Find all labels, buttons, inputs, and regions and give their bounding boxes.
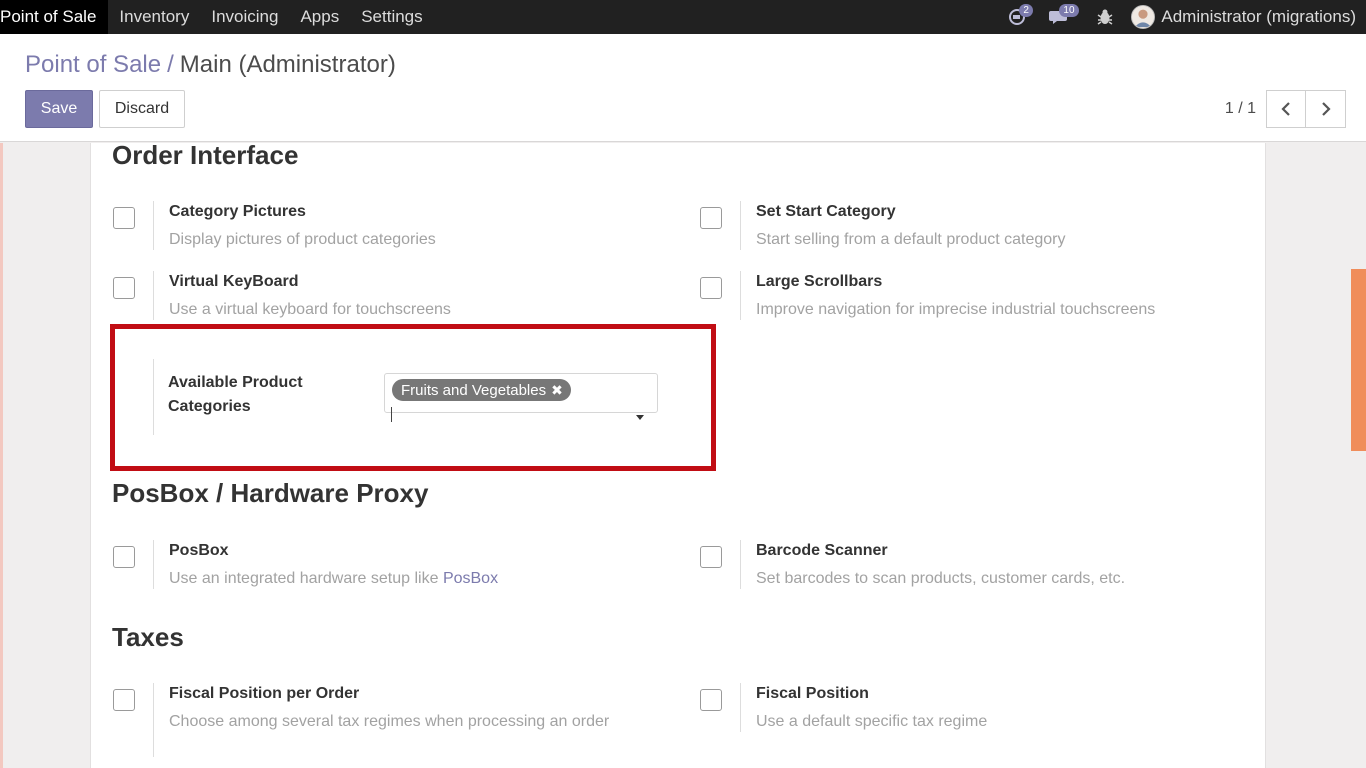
setting-title: PosBox [169,542,229,559]
large-scrollbars-checkbox[interactable] [700,277,722,299]
setting-description: Choose among several tax regimes when pr… [169,713,610,730]
caret-down-icon[interactable] [636,415,644,420]
conversation-badge: 2 [1019,4,1033,17]
setting-title: Large Scrollbars [756,273,883,290]
pager-next-button[interactable] [1306,90,1346,128]
setting-description: Display pictures of product categories [169,231,436,248]
chevron-right-icon [1321,102,1331,116]
chevron-left-icon [1281,102,1290,116]
setting-title: Category Pictures [169,203,306,220]
separator-line [153,683,154,757]
available-categories-label: Available Product Categories [168,374,303,415]
systray: 2 10 Administrator (migrations) [1009,0,1356,34]
setting-title: Virtual KeyBoard [169,273,299,290]
setting-title: Fiscal Position per Order [169,685,360,702]
save-button[interactable]: Save [25,90,93,128]
breadcrumb-parent[interactable]: Point of Sale [25,51,161,78]
menu-item-apps[interactable]: Apps [300,7,339,27]
set-start-category-checkbox[interactable] [700,207,722,229]
left-accent-strip [0,143,3,768]
category-tag-label: Fruits and Vegetables [401,381,547,399]
menu-item-settings[interactable]: Settings [361,7,422,27]
user-avatar [1131,5,1156,29]
scrollbar-thumb[interactable] [1351,269,1366,451]
category-tag: Fruits and Vegetables ✖ [392,379,571,401]
top-navbar: Point of Sale Inventory Invoicing Apps S… [0,0,1366,34]
pager: 1 / 1 [1225,90,1346,128]
setting-title: Fiscal Position [756,685,869,702]
chat-icon[interactable]: 10 [1049,4,1079,26]
separator-line [740,201,741,250]
setting-description: Set barcodes to scan products, customer … [756,570,1126,587]
setting-description: Start selling from a default product cat… [756,231,1066,248]
separator-line [153,359,154,435]
section-title-posbox: PosBox / Hardware Proxy [112,478,429,508]
breadcrumb-current: Main (Administrator) [179,51,396,78]
remove-tag-icon[interactable]: ✖ [551,382,563,399]
category-pictures-checkbox[interactable] [113,207,135,229]
breadcrumb: Point of Sale / Main (Administrator) [25,51,396,79]
section-title-taxes: Taxes [112,622,184,652]
control-panel: Point of Sale / Main (Administrator) Save … [0,34,1366,142]
discard-button[interactable]: Discard [99,90,185,128]
text-cursor [391,407,392,422]
separator-line [740,683,741,732]
available-categories-field[interactable]: Fruits and Vegetables ✖ [384,373,658,422]
separator-line [153,271,154,320]
app-brand[interactable]: Point of Sale [0,0,109,34]
setting-description: Use a virtual keyboard for touchscreens [169,301,451,318]
setting-description-text: Use an integrated hardware setup like [169,570,443,587]
menu-item-invoicing[interactable]: Invoicing [211,7,278,27]
setting-title: Barcode Scanner [756,542,888,559]
setting-title: Set Start Category [756,203,896,220]
section-title-order-interface: Order Interface [112,143,299,170]
form-view: Order Interface Category Pictures Displa… [0,143,1366,768]
posbox-checkbox[interactable] [113,546,135,568]
pager-previous-button[interactable] [1266,90,1306,128]
posbox-link[interactable]: PosBox [443,570,498,587]
conversation-icon[interactable]: 2 [1009,4,1033,26]
barcode-scanner-checkbox[interactable] [700,546,722,568]
menu-item-inventory[interactable]: Inventory [119,7,189,27]
user-name: Administrator (migrations) [1161,7,1356,26]
main-menu: Inventory Invoicing Apps Settings [108,7,422,27]
setting-description: Use an integrated hardware setup like Po… [169,566,639,591]
bug-icon[interactable] [1097,8,1113,26]
setting-description: Use a default specific tax regime [756,713,988,730]
pager-value[interactable]: 1 / 1 [1225,100,1256,118]
virtual-keyboard-checkbox[interactable] [113,277,135,299]
separator-line [153,201,154,250]
user-menu[interactable]: Administrator (migrations) [1131,5,1356,29]
breadcrumb-separator: / [167,51,174,78]
separator-line [740,540,741,589]
setting-description: Improve navigation for imprecise industr… [756,301,1156,318]
message-badge: 10 [1059,4,1079,17]
fiscal-position-per-order-checkbox[interactable] [113,689,135,711]
separator-line [153,540,154,589]
separator-line [740,271,741,320]
fiscal-position-checkbox[interactable] [700,689,722,711]
